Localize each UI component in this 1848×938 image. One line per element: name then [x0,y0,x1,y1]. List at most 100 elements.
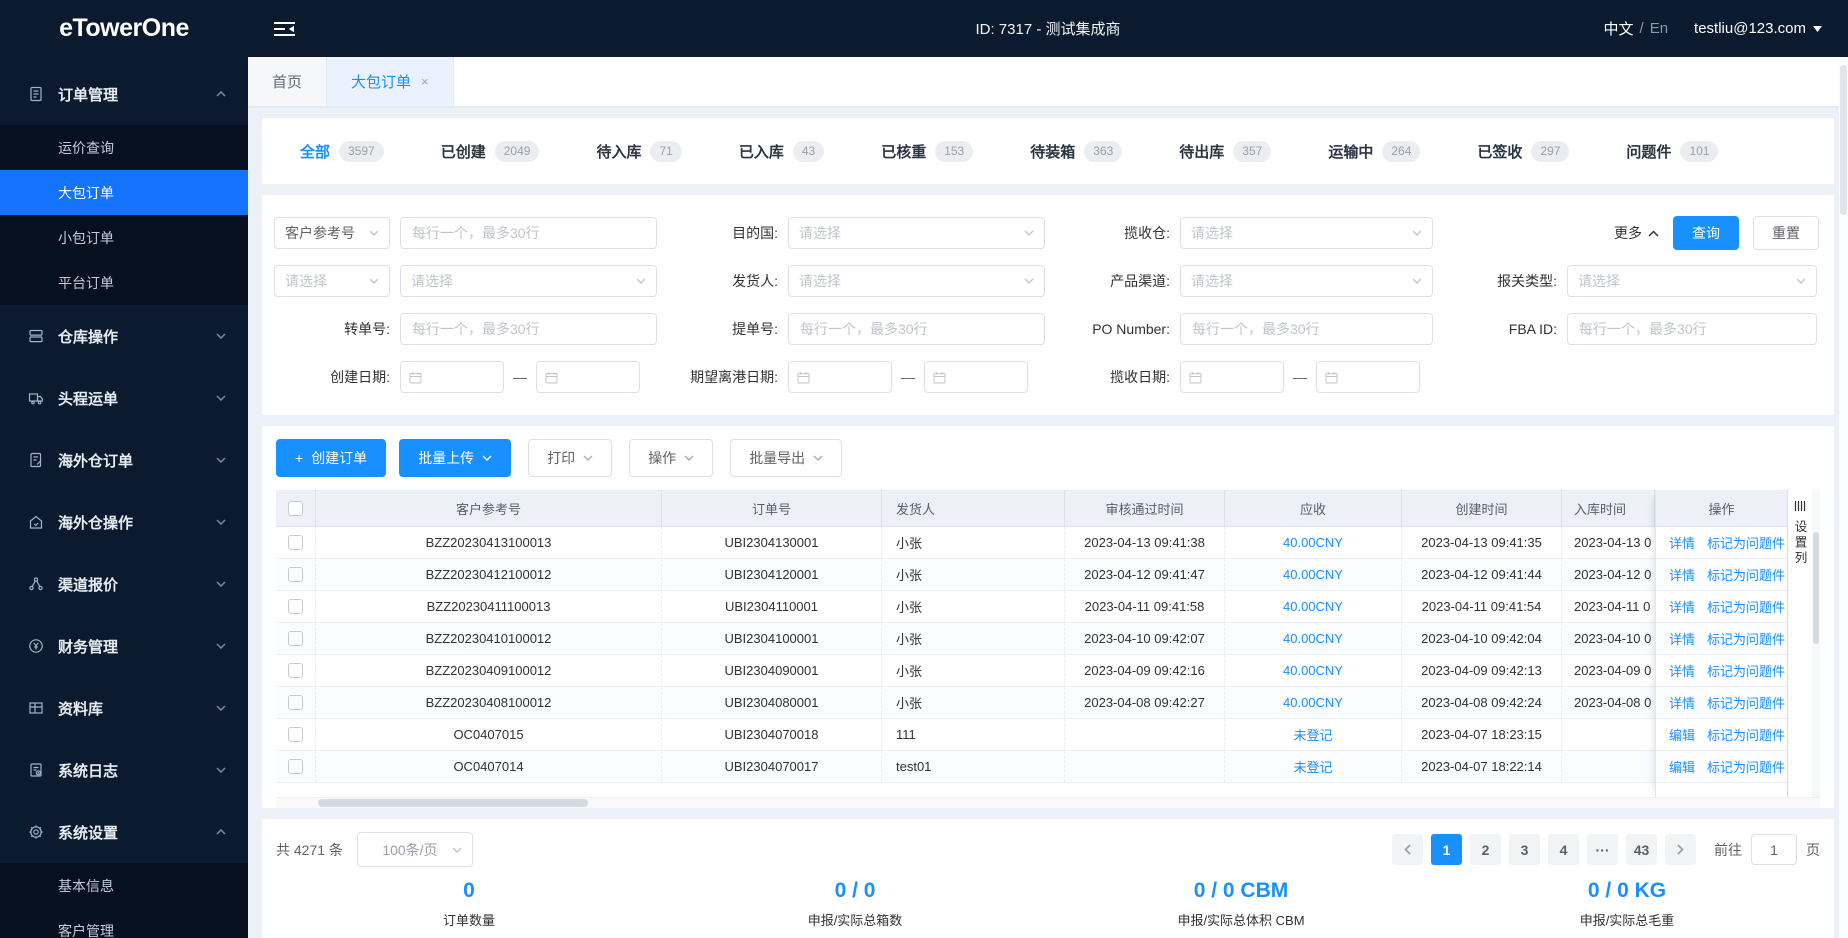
edit-link[interactable]: 编辑 [1669,725,1695,744]
next-page-button[interactable] [1665,834,1696,865]
jump-page-input[interactable] [1751,834,1797,865]
detail-link[interactable]: 详情 [1669,533,1695,552]
print-button[interactable]: 打印 [528,439,613,477]
sidebar-item-freight-inquiry[interactable]: 运价查询 [0,125,248,170]
pickup-date-start-input[interactable] [1180,361,1284,393]
mark-problem-link[interactable]: 标记为问题件 [1707,725,1785,744]
sidebar-item-data-library[interactable]: 资料库 [0,677,248,739]
page-button-1[interactable]: 1 [1431,834,1462,865]
detail-link[interactable]: 详情 [1669,661,1695,680]
status-tab-pending-packing[interactable]: 待装箱 363 [1030,140,1123,162]
vertical-scrollbar[interactable] [1812,490,1820,797]
sidebar-item-warehouse-operations[interactable]: 仓库操作 [0,305,248,367]
lang-zh[interactable]: 中文 [1604,18,1634,39]
sidebar-item-basic-info[interactable]: 基本信息 [0,863,248,908]
page-button-4[interactable]: 4 [1548,834,1579,865]
create-date-start-input[interactable] [400,361,504,393]
dest-country-select[interactable]: 请选择 [788,217,1045,249]
page-size-select[interactable]: 100条/页 [356,832,473,867]
product-channel-select[interactable]: 请选择 [1180,265,1433,297]
row-checkbox[interactable] [288,727,303,742]
col-header-ref[interactable]: 客户参考号 [316,490,662,526]
mark-problem-link[interactable]: 标记为问题件 [1707,629,1785,648]
sidebar-item-customer-management[interactable]: 客户管理 [0,908,248,938]
lading-no-input[interactable] [788,313,1045,345]
row-checkbox[interactable] [288,535,303,550]
sidebar-item-big-parcel-order[interactable]: 大包订单 [0,170,248,215]
col-header-order[interactable]: 订单号 [662,490,882,526]
mark-problem-link[interactable]: 标记为问题件 [1707,757,1785,776]
status-tab-weighed[interactable]: 已核重 153 [881,140,974,162]
page-ellipsis[interactable]: ··· [1587,834,1618,865]
reset-button[interactable]: 重置 [1753,216,1819,250]
detail-link[interactable]: 详情 [1669,597,1695,616]
row-checkbox[interactable] [288,599,303,614]
ref-type-select[interactable]: 客户参考号 [274,217,390,249]
secondary-type-select[interactable]: 请选择 [274,265,390,297]
row-checkbox[interactable] [288,631,303,646]
collapse-sidebar-icon[interactable] [274,21,295,37]
create-order-button[interactable]: + 创建订单 [276,439,387,477]
mark-problem-link[interactable]: 标记为问题件 [1707,693,1785,712]
batch-export-button[interactable]: 批量导出 [730,439,843,477]
sidebar-item-finance-management[interactable]: 财务管理 [0,615,248,677]
column-settings-strip[interactable]: 设置列 [1787,490,1812,797]
col-header-audit-time[interactable]: 审核通过时间 [1065,490,1225,526]
receivable-link[interactable]: 未登记 [1293,725,1332,744]
transfer-no-input[interactable] [400,313,657,345]
sidebar-item-small-parcel-order[interactable]: 小包订单 [0,215,248,260]
po-number-input[interactable] [1180,313,1433,345]
row-checkbox[interactable] [288,663,303,678]
sidebar-item-overseas-warehouse-order[interactable]: 海外仓订单 [0,429,248,491]
tab-big-parcel-order[interactable]: 大包订单 × [327,57,454,106]
row-checkbox[interactable] [288,695,303,710]
receivable-link[interactable]: 40.00CNY [1283,631,1343,646]
receivable-link[interactable]: 40.00CNY [1283,535,1343,550]
page-scrollbar-thumb[interactable] [1840,65,1847,215]
sidebar-item-system-log[interactable]: 系统日志 [0,739,248,801]
mark-problem-link[interactable]: 标记为问题件 [1707,533,1785,552]
pickup-warehouse-select[interactable]: 请选择 [1180,217,1433,249]
status-tab-created[interactable]: 已创建 2049 [441,140,540,162]
page-button-2[interactable]: 2 [1470,834,1501,865]
pickup-date-end-input[interactable] [1316,361,1420,393]
sidebar-item-first-leg-waybill[interactable]: 头程运单 [0,367,248,429]
receivable-link[interactable]: 40.00CNY [1283,663,1343,678]
horizontal-scrollbar[interactable] [276,797,1820,808]
status-tab-problem[interactable]: 问题件 101 [1626,140,1719,162]
page-button-3[interactable]: 3 [1509,834,1540,865]
edit-link[interactable]: 编辑 [1669,757,1695,776]
receivable-link[interactable]: 40.00CNY [1283,695,1343,710]
secondary-value-select[interactable]: 请选择 [400,265,657,297]
sidebar-item-platform-order[interactable]: 平台订单 [0,260,248,305]
detail-link[interactable]: 详情 [1669,629,1695,648]
depart-date-end-input[interactable] [924,361,1028,393]
status-tab-signed[interactable]: 已签收 297 [1477,140,1570,162]
depart-date-start-input[interactable] [788,361,892,393]
sidebar-item-overseas-warehouse-operations[interactable]: 海外仓操作 [0,491,248,553]
sidebar-item-system-settings[interactable]: 系统设置 [0,801,248,863]
select-all-checkbox[interactable] [288,500,303,516]
page-button-last[interactable]: 43 [1626,834,1657,865]
create-date-end-input[interactable] [536,361,640,393]
col-header-receivable[interactable]: 应收 [1225,490,1402,526]
horizontal-scrollbar-thumb[interactable] [318,799,588,807]
col-header-created-time[interactable]: 创建时间 [1402,490,1562,526]
tab-home[interactable]: 首页 [248,57,328,106]
shipper-select[interactable]: 请选择 [788,265,1045,297]
operations-button[interactable]: 操作 [629,439,714,477]
row-checkbox[interactable] [288,759,303,774]
vertical-scrollbar-thumb[interactable] [1813,532,1819,644]
status-tab-pending-outbound[interactable]: 待出库 357 [1179,140,1272,162]
detail-link[interactable]: 详情 [1669,693,1695,712]
lang-en[interactable]: En [1650,20,1668,37]
col-header-shipper[interactable]: 发货人 [882,490,1065,526]
batch-upload-button[interactable]: 批量上传 [399,439,512,477]
col-header-inbound-time[interactable]: 入库时间 [1562,490,1655,526]
sidebar-item-channel-quotation[interactable]: 渠道报价 [0,553,248,615]
customs-type-select[interactable]: 请选择 [1567,265,1817,297]
user-menu[interactable]: testliu@123.com [1694,20,1822,37]
row-checkbox[interactable] [288,567,303,582]
fba-id-input[interactable] [1567,313,1817,345]
receivable-link[interactable]: 40.00CNY [1283,567,1343,582]
